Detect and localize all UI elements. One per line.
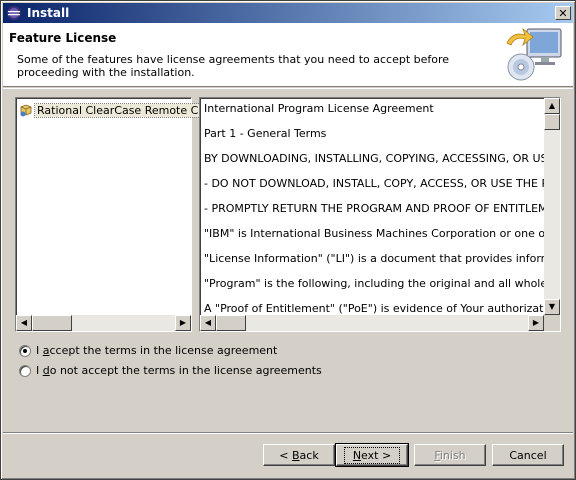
feature-tree-hscrollbar[interactable]: ◀ ▶ [16,315,191,331]
license-line: International Program License Agreement [204,102,434,115]
arrow-left-icon: ◀ [20,318,28,327]
scroll-thumb[interactable] [544,114,560,130]
license-line: "IBM" is International Business Machines… [204,227,544,240]
license-line: - DO NOT DOWNLOAD, INSTALL, COPY, ACCESS… [204,177,544,190]
cancel-button[interactable]: Cancel [492,444,564,466]
feature-package-icon [20,104,32,117]
accept-radio[interactable] [19,344,31,357]
scrollbar-corner [544,315,560,331]
arrow-right-icon: ▶ [179,318,187,327]
feature-item[interactable]: Rational ClearCase Remote Client [19,102,226,118]
license-vscrollbar[interactable]: ▲ ▼ [544,98,560,315]
license-line: "Program" is the following, including th… [204,277,544,290]
page-title: Feature License [9,31,117,45]
arrow-left-icon: ◀ [204,318,212,327]
decline-option[interactable]: I do not accept the terms in the license… [19,364,322,377]
decline-label: I do not accept the terms in the license… [36,364,322,377]
feature-item-label: Rational ClearCase Remote Client [33,102,226,118]
close-icon: ✕ [558,6,568,20]
accept-option[interactable]: I accept the terms in the license agreem… [19,344,277,357]
banner-divider [3,88,573,89]
scroll-thumb[interactable] [32,315,72,331]
back-button[interactable]: < Back [263,444,335,466]
close-button[interactable]: ✕ [555,6,571,20]
scroll-thumb[interactable] [216,315,246,331]
license-line: Part 1 - General Terms [204,127,327,140]
license-hscrollbar[interactable]: ◀ ▶ [200,315,544,331]
title-bar[interactable]: Install ✕ [3,3,573,23]
next-button[interactable]: Next > [335,443,409,467]
button-bar-divider-highlight [3,433,573,434]
license-line: "License Information" ("LI") is a docume… [204,252,544,265]
accept-label: I accept the terms in the license agreem… [36,344,278,357]
page-description: Some of the features have license agreem… [17,53,450,79]
install-cd-monitor-icon [506,27,562,81]
scroll-down-button[interactable]: ▼ [544,299,560,315]
scroll-left-button[interactable]: ◀ [200,315,216,331]
scroll-right-button[interactable]: ▶ [528,315,544,331]
license-text: International Program License Agreement … [204,102,544,327]
scroll-right-button[interactable]: ▶ [175,315,191,331]
feature-tree[interactable]: Rational ClearCase Remote Client ◀ ▶ [15,97,226,332]
license-line: - PROMPTLY RETURN THE PROGRAM AND PROOF … [204,202,544,215]
scroll-up-button[interactable]: ▲ [544,98,560,114]
license-text-area[interactable]: International Program License Agreement … [199,97,561,332]
wizard-banner: Feature License Some of the features hav… [3,23,573,87]
install-dialog: Install ✕ Feature License Some of the fe… [0,0,576,480]
arrow-down-icon: ▼ [548,302,556,311]
finish-button[interactable]: Finish [414,444,486,466]
decline-radio[interactable] [19,364,31,377]
arrow-up-icon: ▲ [548,101,556,110]
eclipse-app-icon [7,6,21,20]
window-title: Install [27,6,70,20]
license-line: BY DOWNLOADING, INSTALLING, COPYING, ACC… [204,152,544,165]
scroll-left-button[interactable]: ◀ [16,315,32,331]
arrow-right-icon: ▶ [532,318,540,327]
